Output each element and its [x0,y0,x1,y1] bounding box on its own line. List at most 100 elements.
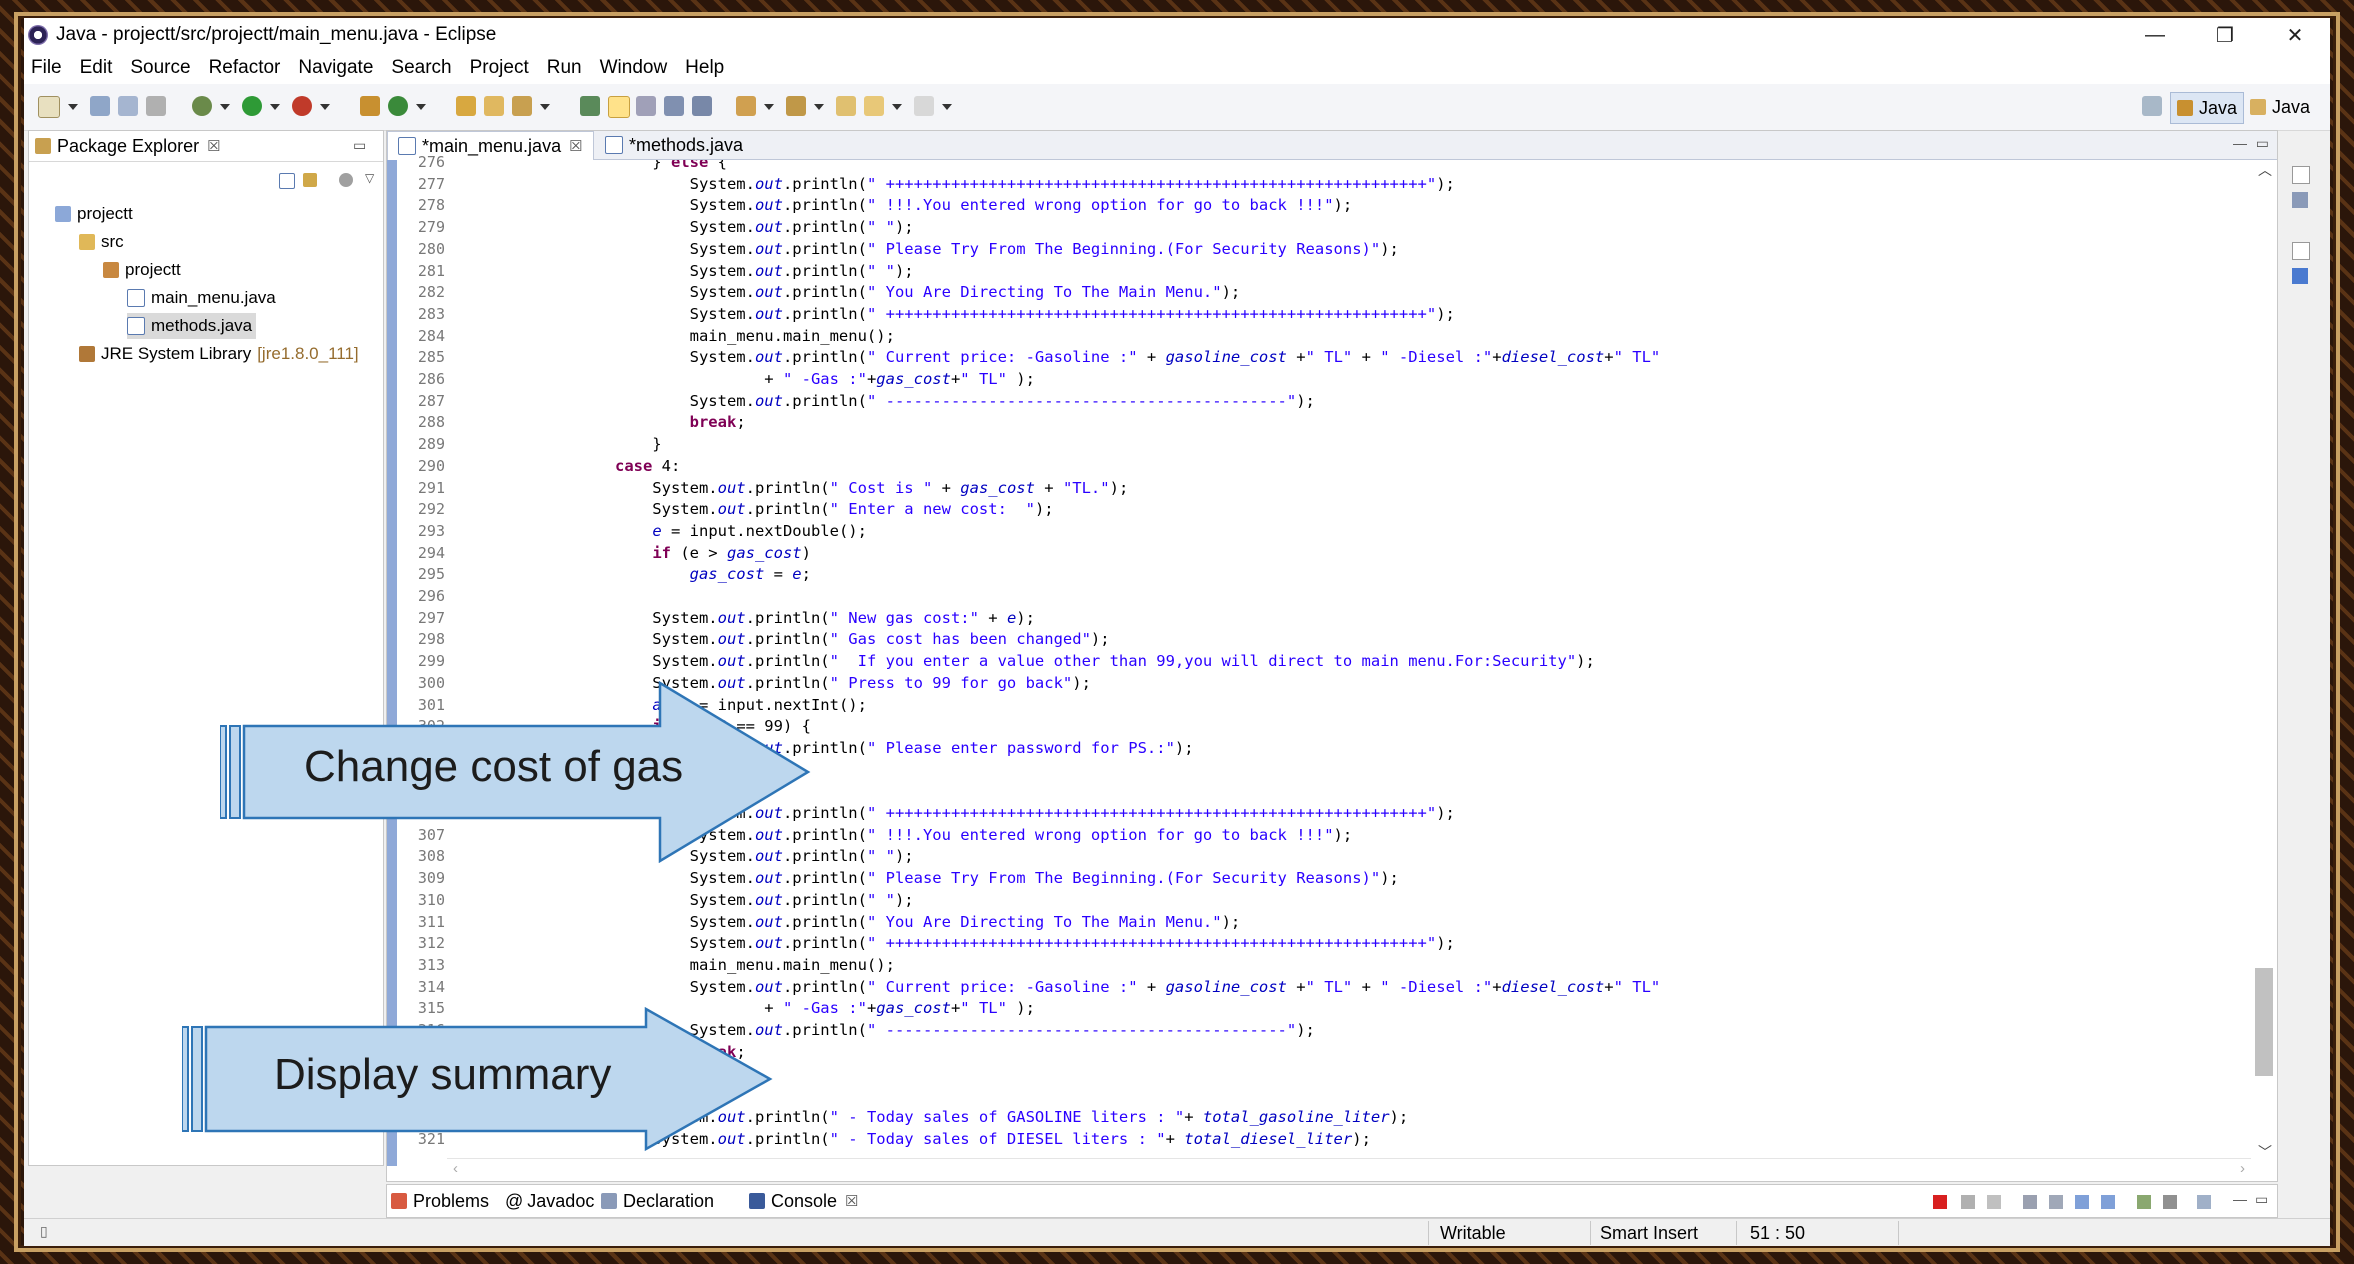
tab-methods-java[interactable]: *methods.java [595,131,753,159]
print-icon[interactable] [146,96,166,116]
chevron-down-icon[interactable] [220,104,230,110]
tree-item-src[interactable]: src [79,229,124,255]
focus-icon[interactable] [339,173,353,187]
maximize-editor-icon[interactable]: ▭ [2256,135,2269,152]
tab-problems[interactable]: Problems [391,1185,489,1217]
close-button[interactable]: ✕ [2260,18,2330,52]
clear-console-icon[interactable] [2023,1195,2037,1209]
tab-label: *methods.java [629,134,744,155]
package-explorer-tab[interactable]: Package Explorer ☒ ▭ [29,131,383,162]
minimize-editor-icon[interactable]: — [2233,135,2247,151]
chevron-down-icon[interactable] [320,104,330,110]
chevron-down-icon[interactable] [892,104,902,110]
scroll-lock-icon[interactable] [2049,1195,2063,1209]
task-list-icon[interactable] [2292,268,2308,284]
new-class-icon[interactable] [388,96,408,116]
word-wrap-icon[interactable] [636,96,656,116]
tree-item-main-menu-java[interactable]: main_menu.java [127,285,276,311]
menu-refactor[interactable]: Refactor [202,57,292,79]
debug-icon[interactable] [192,96,212,116]
code-line: System.out.println(" New gas cost:" + e)… [447,608,1035,627]
run-icon[interactable] [242,96,262,116]
last-edit-icon[interactable] [836,96,856,116]
minimize-button[interactable]: — [2120,18,2190,52]
open-type-icon[interactable] [456,96,476,116]
open-perspective-icon[interactable] [2142,96,2162,116]
close-icon[interactable]: ☒ [207,137,220,155]
view-menu-icon[interactable]: ▽ [365,171,374,185]
mark-occurrences-icon[interactable] [608,96,630,118]
back-icon[interactable] [864,96,884,116]
tab-label: Declaration [623,1190,715,1211]
tree-item-package[interactable]: projectt [103,257,181,283]
main-toolbar: Java Java [24,84,2330,131]
save-all-icon[interactable] [118,96,138,116]
open-resource-icon[interactable] [484,96,504,116]
new-icon[interactable] [38,96,60,118]
search-icon[interactable] [512,96,532,116]
callout-label-change-cost: Change cost of gas [304,742,684,791]
tab-console[interactable]: Console ☒ [749,1185,859,1217]
show-stdout-icon[interactable] [2075,1195,2089,1209]
save-icon[interactable] [90,96,110,116]
chevron-down-icon[interactable] [416,104,426,110]
link-with-editor-icon[interactable] [303,173,317,187]
forward-icon[interactable] [914,96,934,116]
chevron-down-icon[interactable] [942,104,952,110]
scroll-down-icon[interactable]: ﹀ [2258,1142,2272,1162]
close-icon[interactable]: ☒ [569,137,582,155]
chevron-down-icon[interactable] [270,104,280,110]
chevron-down-icon[interactable] [814,104,824,110]
next-annotation-icon[interactable] [736,96,756,116]
new-java-project-icon[interactable] [360,96,380,116]
show-stderr-icon[interactable] [2101,1195,2115,1209]
scroll-right-icon[interactable]: › [2240,1160,2245,1177]
tree-item-label: src [101,232,124,251]
menu-source[interactable]: Source [123,57,201,79]
menu-edit[interactable]: Edit [73,57,124,79]
close-icon[interactable]: ☒ [845,1192,858,1210]
menu-help[interactable]: Help [678,57,735,79]
menu-window[interactable]: Window [593,57,679,79]
scroll-up-icon[interactable]: ︿ [2258,160,2272,180]
remove-all-icon[interactable] [1987,1195,2001,1209]
java-browsing-perspective-button[interactable]: Java [2244,92,2316,122]
fast-view-icon[interactable]: ▯ [40,1223,48,1240]
previous-annotation-icon[interactable] [786,96,806,116]
chevron-down-icon[interactable] [540,104,550,110]
minimize-view-icon[interactable]: ▭ [353,137,366,154]
menu-project[interactable]: Project [463,57,540,79]
tab-javadoc[interactable]: @ Javadoc [505,1185,594,1217]
maximize-view-icon[interactable]: ▭ [2255,1191,2268,1208]
tree-item-methods-java[interactable]: methods.java [127,313,257,339]
restore-view-icon[interactable] [2292,166,2310,184]
restore-view-icon[interactable] [2292,242,2310,260]
display-console-icon[interactable] [2163,1195,2177,1209]
external-tools-icon[interactable] [292,96,312,116]
tree-item-project[interactable]: projectt [55,201,133,227]
chevron-down-icon[interactable] [68,104,78,110]
outline-icon[interactable] [2292,192,2308,208]
menu-file[interactable]: File [24,57,73,79]
menu-navigate[interactable]: Navigate [291,57,384,79]
title-bar: Java - projectt/src/projectt/main_menu.j… [24,18,2330,52]
restore-button[interactable]: ❐ [2190,18,2260,52]
tree-item-jre-library[interactable]: JRE System Library [jre1.8.0_111] [79,341,359,367]
vertical-scrollbar[interactable]: ︿ ﹀ [2251,160,2277,1166]
tab-declaration[interactable]: Declaration [601,1185,714,1217]
chevron-down-icon[interactable] [764,104,774,110]
pin-console-icon[interactable] [2137,1195,2151,1209]
remove-launch-icon[interactable] [1961,1195,1975,1209]
menu-search[interactable]: Search [384,57,462,79]
collapse-all-icon[interactable] [279,173,295,189]
menu-run[interactable]: Run [540,57,593,79]
java-perspective-button[interactable]: Java [2170,92,2245,124]
show-whitespace-icon[interactable] [692,96,712,116]
annotation-icon[interactable] [580,96,600,116]
block-selection-icon[interactable] [664,96,684,116]
terminate-icon[interactable] [1933,1195,1947,1209]
open-console-icon[interactable] [2197,1195,2211,1209]
line-number: 297 [417,608,445,627]
scrollbar-thumb[interactable] [2255,968,2273,1076]
minimize-view-icon[interactable]: — [2233,1191,2247,1207]
